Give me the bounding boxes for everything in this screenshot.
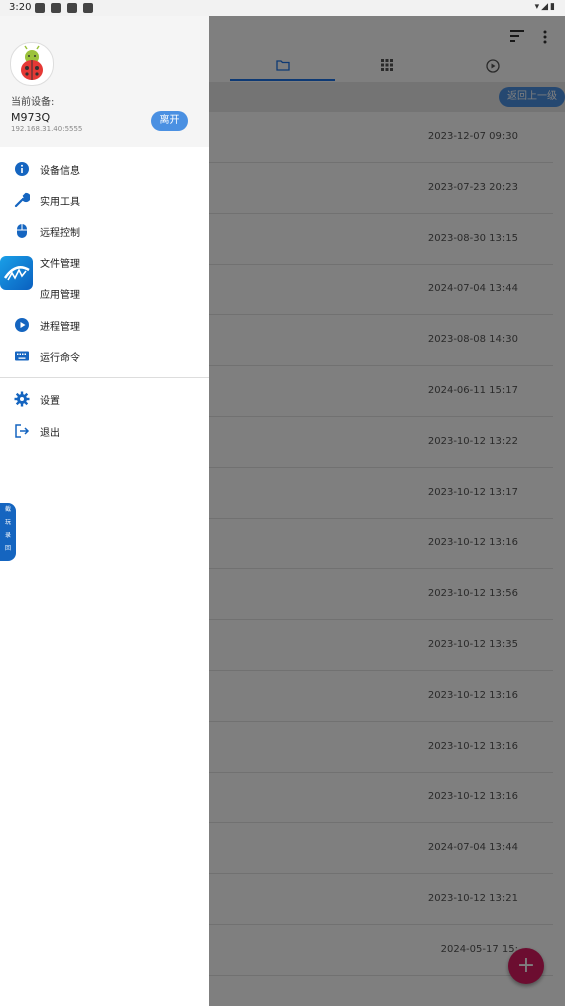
- mouse-icon: [17, 224, 27, 238]
- notification-icon: [51, 3, 61, 13]
- ladybug-android-icon: [21, 45, 43, 80]
- drawer-divider: [0, 377, 209, 378]
- navigation-drawer: 当前设备: M973Q 192.168.31.40:5555 离开 设备信息 实…: [0, 16, 209, 1006]
- drawer-header: 当前设备: M973Q 192.168.31.40:5555 离开: [0, 16, 209, 147]
- side-floating-toolbar[interactable]: 截 玩 录 回: [0, 503, 16, 561]
- menu-item-label: 进程管理: [40, 322, 80, 333]
- side-toolbar-item[interactable]: 回: [0, 542, 16, 555]
- menu-item-label: 设置: [40, 396, 60, 407]
- device-ip: 192.168.31.40:5555: [11, 125, 83, 133]
- gear-icon: [14, 391, 30, 407]
- side-toolbar-item[interactable]: 截: [0, 503, 16, 516]
- menu-item-exit[interactable]: 退出: [0, 415, 209, 446]
- menu-item-label: 远程控制: [40, 228, 80, 239]
- menu-item-device-info[interactable]: 设备信息: [0, 153, 209, 184]
- notification-icon: [35, 3, 45, 13]
- menu-item-process-manager[interactable]: 进程管理: [0, 309, 209, 340]
- menu-item-label: 应用管理: [40, 290, 80, 301]
- floating-app-icon[interactable]: [0, 256, 33, 290]
- status-bar: 3:20 ▾◢▮: [0, 0, 565, 16]
- status-time: 3:20: [9, 2, 32, 13]
- info-icon: [15, 162, 29, 176]
- notification-icon: [83, 3, 93, 13]
- menu-item-run-command[interactable]: 运行命令: [0, 340, 209, 371]
- wifi-signal-battery-icon: ▾◢▮: [534, 2, 557, 12]
- menu-item-remote-control[interactable]: 远程控制: [0, 215, 209, 246]
- leave-button[interactable]: 离开: [151, 111, 188, 131]
- logout-icon: [15, 424, 30, 438]
- menu-item-tools[interactable]: 实用工具: [0, 184, 209, 215]
- keyboard-icon: [15, 351, 29, 361]
- device-name: M973Q: [11, 111, 51, 124]
- menu-item-label: 文件管理: [40, 259, 80, 270]
- device-avatar: [10, 42, 54, 86]
- menu-item-label: 运行命令: [40, 353, 80, 364]
- current-device-label: 当前设备:: [11, 97, 55, 108]
- menu-item-label: 退出: [40, 428, 60, 439]
- menu-item-settings[interactable]: 设置: [0, 383, 209, 414]
- app-logo-icon: [3, 266, 30, 281]
- side-toolbar-item[interactable]: 录: [0, 529, 16, 542]
- notification-icon: [67, 3, 77, 13]
- side-toolbar-item[interactable]: 玩: [0, 516, 16, 529]
- play-circle-icon: [15, 318, 29, 332]
- menu-item-label: 实用工具: [40, 197, 80, 208]
- menu-item-label: 设备信息: [40, 166, 80, 177]
- wrench-icon: [14, 192, 30, 208]
